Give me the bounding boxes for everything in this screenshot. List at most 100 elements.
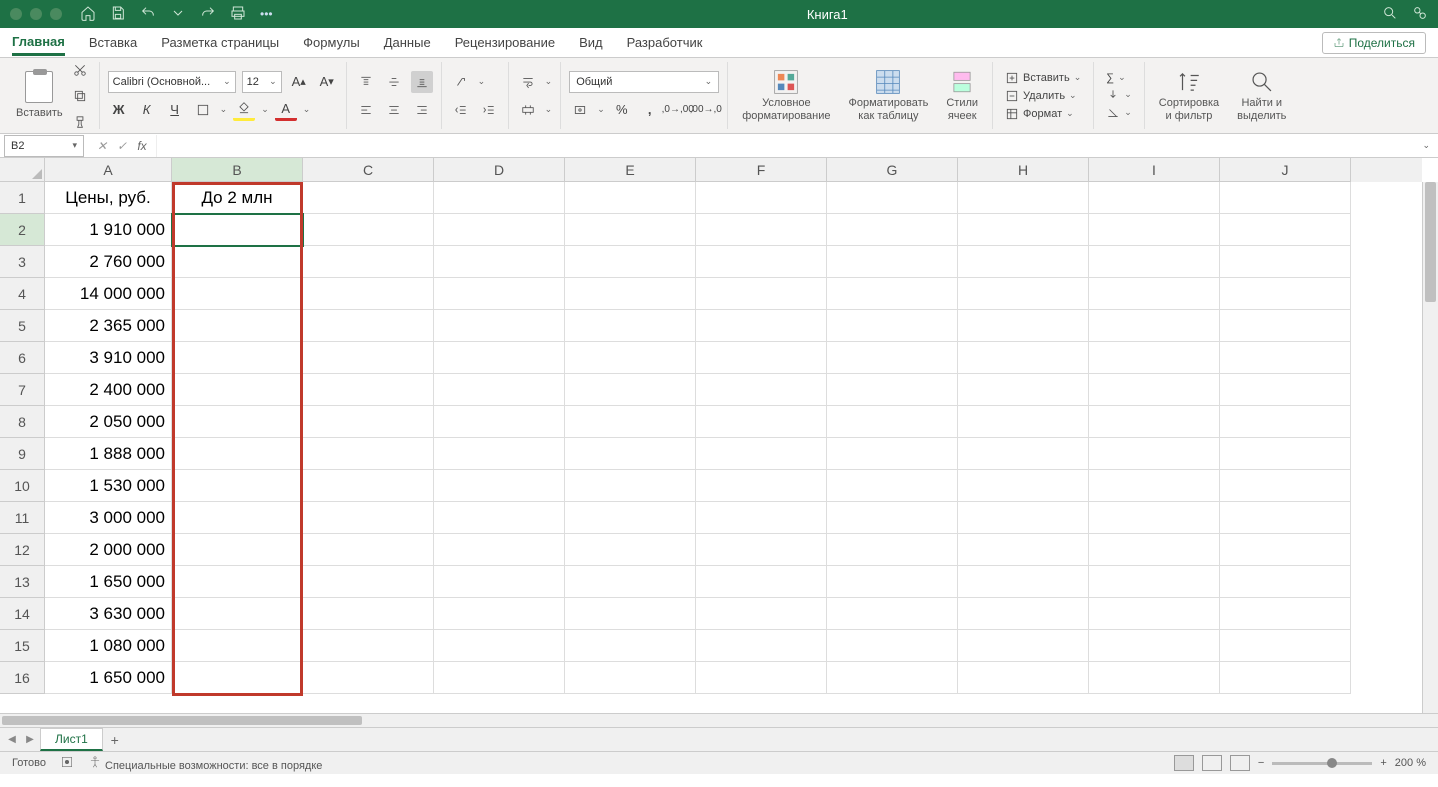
delete-cells[interactable]: Удалить⌄ [1001, 87, 1085, 105]
cell[interactable]: 2 365 000 [45, 310, 172, 342]
row-header[interactable]: 3 [0, 246, 45, 278]
cell[interactable] [565, 310, 696, 342]
column-header-I[interactable]: I [1089, 158, 1220, 182]
cell[interactable] [565, 534, 696, 566]
cell[interactable] [1089, 566, 1220, 598]
cell[interactable] [434, 246, 565, 278]
decrease-font-icon[interactable]: A▾ [316, 71, 338, 93]
align-top-icon[interactable] [355, 71, 377, 93]
tab-pagelayout[interactable]: Разметка страницы [161, 31, 279, 54]
cell[interactable] [696, 310, 827, 342]
cell[interactable] [696, 662, 827, 694]
cell[interactable] [696, 214, 827, 246]
cell[interactable] [827, 566, 958, 598]
wrap-text-icon[interactable] [517, 71, 539, 93]
cell[interactable] [172, 470, 303, 502]
increase-indent-icon[interactable] [478, 99, 500, 121]
cell[interactable] [827, 246, 958, 278]
normal-view-icon[interactable] [1174, 755, 1194, 771]
prev-sheet-icon[interactable]: ◀ [4, 734, 20, 745]
cell[interactable] [827, 598, 958, 630]
row-header[interactable]: 2 [0, 214, 45, 246]
cell[interactable]: 14 000 000 [45, 278, 172, 310]
cell[interactable] [434, 406, 565, 438]
cell[interactable]: 1 888 000 [45, 438, 172, 470]
cell[interactable]: 1 650 000 [45, 662, 172, 694]
cell[interactable] [303, 406, 434, 438]
cell[interactable] [303, 278, 434, 310]
print-icon[interactable] [230, 5, 246, 24]
format-cells[interactable]: Формат⌄ [1001, 105, 1085, 123]
font-name-select[interactable]: Calibri (Основной...⌄ [108, 71, 236, 93]
cell[interactable] [958, 246, 1089, 278]
cell[interactable] [696, 278, 827, 310]
row-header[interactable]: 15 [0, 630, 45, 662]
expand-formula-icon[interactable]: ⌄ [1414, 140, 1438, 151]
cell[interactable] [958, 214, 1089, 246]
cell[interactable] [172, 566, 303, 598]
underline-button[interactable]: Ч [164, 99, 186, 121]
cell[interactable] [958, 598, 1089, 630]
select-all-corner[interactable] [0, 158, 45, 182]
cell[interactable] [1220, 470, 1351, 502]
enter-icon[interactable]: ✓ [114, 139, 130, 153]
cell[interactable] [303, 246, 434, 278]
cell[interactable] [303, 182, 434, 214]
cell[interactable] [958, 662, 1089, 694]
cell-styles[interactable]: Стилиячеек [940, 69, 984, 121]
cell[interactable] [434, 470, 565, 502]
cell[interactable] [1089, 278, 1220, 310]
fx-icon[interactable]: fx [134, 139, 150, 153]
cell[interactable] [434, 374, 565, 406]
cell[interactable] [565, 246, 696, 278]
cell[interactable] [172, 406, 303, 438]
cell[interactable] [303, 214, 434, 246]
cell[interactable] [1089, 630, 1220, 662]
row-header[interactable]: 11 [0, 502, 45, 534]
cell[interactable] [958, 182, 1089, 214]
tab-insert[interactable]: Вставка [89, 31, 137, 54]
number-format-select[interactable]: Общий⌄ [569, 71, 719, 93]
cell[interactable] [1089, 246, 1220, 278]
column-header-H[interactable]: H [958, 158, 1089, 182]
zoom-out-icon[interactable]: − [1258, 757, 1264, 769]
cell[interactable] [958, 566, 1089, 598]
cell[interactable] [303, 310, 434, 342]
merge-icon[interactable] [517, 99, 539, 121]
cell[interactable] [172, 278, 303, 310]
align-center-icon[interactable] [383, 99, 405, 121]
cell[interactable] [827, 214, 958, 246]
cell[interactable] [1220, 214, 1351, 246]
cell[interactable] [696, 534, 827, 566]
cell[interactable] [1089, 534, 1220, 566]
cell[interactable] [827, 438, 958, 470]
cell[interactable] [303, 534, 434, 566]
column-header-E[interactable]: E [565, 158, 696, 182]
save-icon[interactable] [110, 5, 126, 24]
cell[interactable] [172, 534, 303, 566]
cell[interactable] [434, 502, 565, 534]
cell[interactable] [1220, 342, 1351, 374]
cell[interactable]: 2 000 000 [45, 534, 172, 566]
column-header-J[interactable]: J [1220, 158, 1351, 182]
cell[interactable] [827, 470, 958, 502]
cell[interactable] [958, 630, 1089, 662]
cell[interactable] [565, 214, 696, 246]
percent-icon[interactable]: % [611, 99, 633, 121]
cell[interactable]: 3 910 000 [45, 342, 172, 374]
horizontal-scrollbar[interactable] [0, 713, 1438, 728]
cell[interactable] [565, 374, 696, 406]
cell[interactable] [696, 566, 827, 598]
cell[interactable] [696, 246, 827, 278]
cell[interactable]: 1 650 000 [45, 566, 172, 598]
cell[interactable] [565, 342, 696, 374]
row-header[interactable]: 16 [0, 662, 45, 694]
tab-developer[interactable]: Разработчик [627, 31, 703, 54]
increase-decimal-icon[interactable]: ,0→,00 [667, 99, 689, 121]
column-header-D[interactable]: D [434, 158, 565, 182]
border-button[interactable] [192, 99, 214, 121]
row-header[interactable]: 7 [0, 374, 45, 406]
cancel-icon[interactable]: ✕ [94, 139, 110, 153]
cell[interactable] [434, 278, 565, 310]
row-header[interactable]: 1 [0, 182, 45, 214]
